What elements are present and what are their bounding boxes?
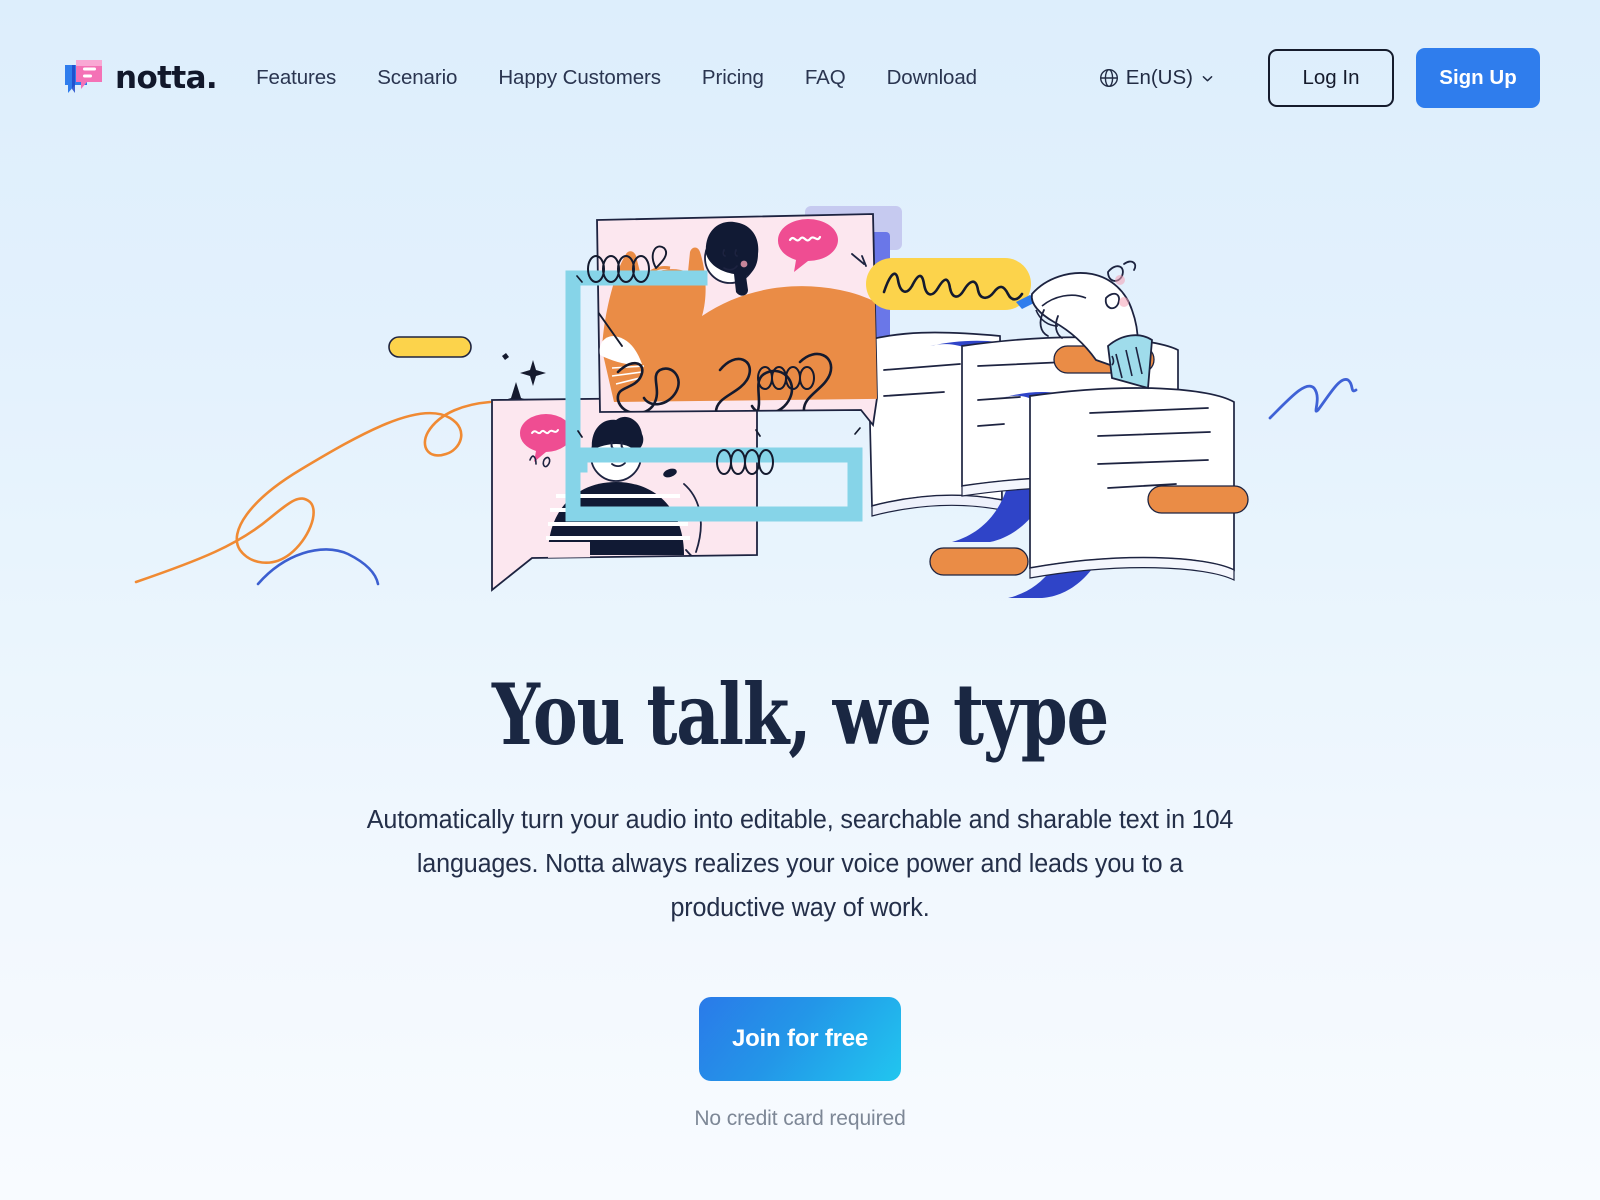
voice-to-text-hero-illustration [0, 150, 1600, 620]
nav-item-pricing[interactable]: Pricing [702, 66, 764, 90]
blue-squiggle-right [1268, 378, 1358, 420]
language-selector[interactable]: En(US) [1099, 66, 1215, 90]
page-title: You talk, we type [491, 665, 1109, 764]
nav-item-download[interactable]: Download [887, 66, 977, 90]
nav-item-faq[interactable]: FAQ [805, 66, 846, 90]
nav-item-happy-customers[interactable]: Happy Customers [498, 66, 661, 90]
join-for-free-button[interactable]: Join for free [699, 996, 901, 1081]
orange-squiggle [134, 400, 492, 584]
header-actions: En(US) Log In Sign Up [1099, 48, 1540, 108]
chevron-down-icon [1200, 71, 1215, 86]
cta-container: Join for free No credit card required [0, 996, 1600, 1131]
main-navigation: Features Scenario Happy Customers Pricin… [256, 66, 977, 90]
notta-speech-bubble-logo-icon [62, 56, 106, 100]
cta-note: No credit card required [694, 1106, 906, 1130]
signup-button[interactable]: Sign Up [1416, 48, 1540, 108]
small-yellow-pill [388, 336, 472, 358]
yellow-highlight-bar-with-handwriting [866, 258, 1031, 310]
language-value: En(US) [1125, 66, 1193, 89]
brand-logo-link[interactable]: notta. [62, 56, 218, 100]
flowing-document-pages-with-orange-highlights [867, 331, 1249, 598]
site-header: notta. Features Scenario Happy Customers… [0, 0, 1600, 156]
pink-speech-bubble-with-striped-shirt-person [491, 396, 758, 592]
hero-section: You talk, we type Automatically turn you… [0, 672, 1600, 1131]
nav-item-features[interactable]: Features [256, 66, 336, 90]
orange-highlight [929, 547, 1029, 576]
blue-squiggle-left [256, 548, 380, 586]
orange-highlight [1147, 485, 1249, 514]
login-button[interactable]: Log In [1268, 49, 1394, 107]
brand-name: notta. [115, 60, 218, 96]
nav-item-scenario[interactable]: Scenario [377, 66, 457, 90]
hero-subtitle: Automatically turn your audio into edita… [366, 805, 1234, 922]
globe-icon [1099, 68, 1119, 88]
